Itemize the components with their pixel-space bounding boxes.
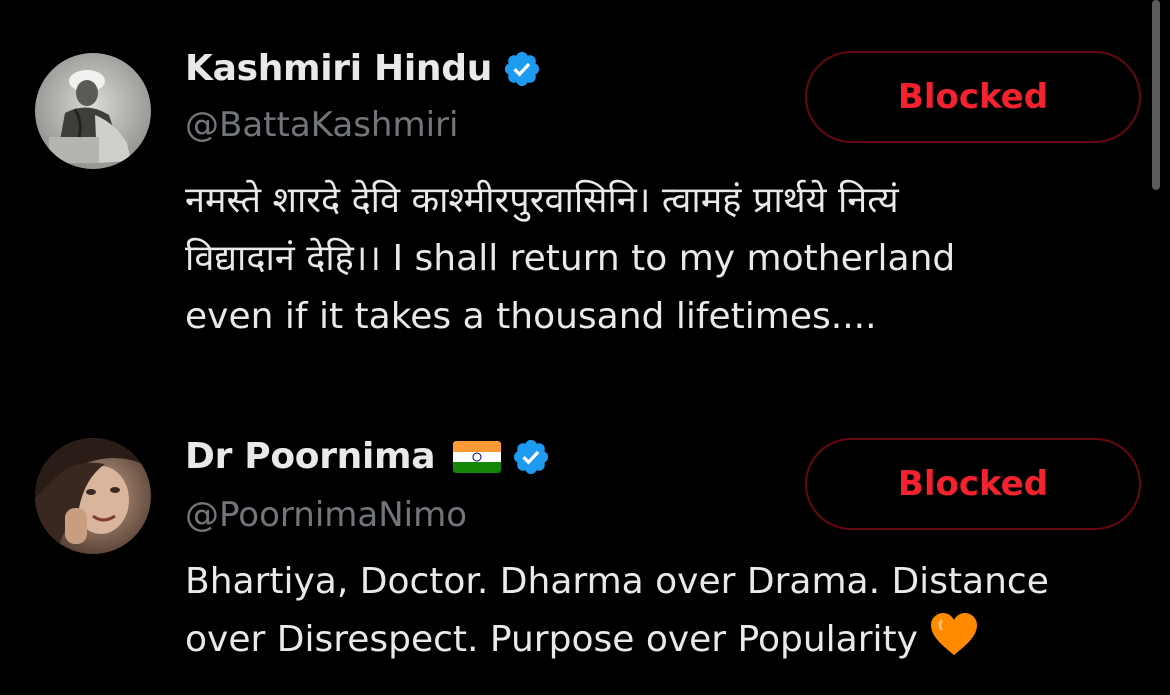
user-bio: नमस्ते शारदे देवि काश्मीरपुरवासिनि। त्वा… xyxy=(185,172,1145,346)
avatar[interactable] xyxy=(35,53,151,169)
name-row: Dr Poornima xyxy=(185,436,551,477)
verified-badge-icon xyxy=(502,49,542,89)
india-flag-icon xyxy=(453,440,502,473)
blocked-button[interactable]: Blocked xyxy=(805,51,1141,143)
blocked-button[interactable]: Blocked xyxy=(805,438,1141,530)
bio-line: Bhartiya, Doctor. Dharma over Drama. Dis… xyxy=(185,561,1049,602)
bio-line: नमस्ते शारदे देवि काश्मीरपुरवासिनि। त्वा… xyxy=(185,180,899,221)
display-name[interactable]: Dr Poornima xyxy=(185,436,436,477)
avatar[interactable] xyxy=(35,438,151,554)
display-name[interactable]: Kashmiri Hindu xyxy=(185,48,492,89)
user-cell[interactable]: Kashmiri Hindu @BattaKashmiri नमस्ते शार… xyxy=(0,0,1170,410)
bio-line: even if it takes a thousand lifetimes...… xyxy=(185,296,877,337)
user-handle[interactable]: @PoornimaNimo xyxy=(185,495,467,535)
orange-heart-icon xyxy=(929,611,979,675)
user-cell[interactable]: Dr Poornima @PoornimaNimo Bhartiya, Doct… xyxy=(0,410,1170,695)
name-row: Kashmiri Hindu xyxy=(185,48,542,89)
user-bio: Bhartiya, Doctor. Dharma over Drama. Dis… xyxy=(185,553,1145,675)
bio-line: विद्यादानं देहि।। I shall return to my m… xyxy=(185,238,956,279)
bio-line: over Disrespect. Purpose over Popularity xyxy=(185,619,918,660)
user-handle[interactable]: @BattaKashmiri xyxy=(185,105,458,145)
verified-badge-icon xyxy=(511,437,551,477)
